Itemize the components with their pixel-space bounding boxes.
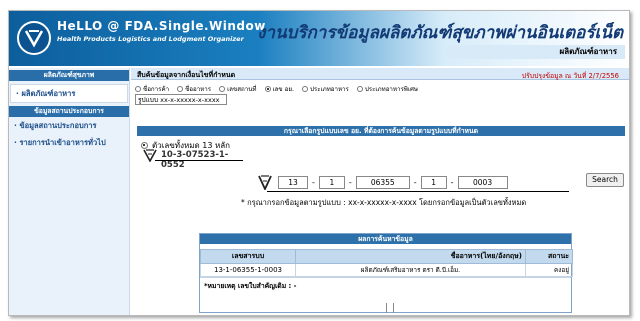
results-table: เลขสารบบ ชื่ออาหาร(ไทย/อังกฤษ) สถานะ 13-… [200,249,573,277]
radio-food-name[interactable]: ชื่ออาหาร [177,84,211,94]
results-note: *หมายเหตุ เลขใบสำคัญเดิม : - [200,277,571,293]
results-heading: ผลการค้นหาข้อมูล [200,234,571,244]
section-tab: ผลิตภัณฑ์อาหาร [445,45,625,59]
search-button[interactable]: Search [586,173,624,187]
sidebar-heading-establishments: ข้อมูลสถานประกอบการ [9,106,129,117]
brand-subtitle: Health Products Logistics and Lodgment O… [57,35,244,43]
sidebar-item-food-products[interactable]: · ผลิตภัณฑ์อาหาร [10,84,128,103]
main-content: สืบค้นข้อมูลจากเงื่อนไขที่กำหนด ปรับปรุง… [131,68,629,315]
sample-underline [155,160,243,161]
cell-status: คงอยู่ [525,263,573,277]
column-header-status: สถานะ [525,249,573,264]
site-header: HeLLO @ FDA.Single.Window Health Product… [9,11,629,66]
sample-number: 10-3-07523-1-0552 [143,148,243,170]
sidebar-heading-health-products: ผลิตภัณฑ์สุขภาพ [9,70,129,81]
fda-logo-icon [17,21,51,55]
guide-bar: กรุณาเลือกรูปแบบเลข อย. ที่ต้องการค้นข้อ… [137,126,625,136]
radio-fda-number[interactable]: เลข อย. [264,84,294,94]
search-type-group: ชื่อการค้า ชื่ออาหาร เลขสถานที่ เลข อย. … [135,84,418,94]
fda-number-part-5[interactable]: 0003 [457,175,508,189]
column-header-reg: เลขสารบบ [200,249,296,264]
sidebar-item-label: รายการนำเข้าอาหารทั่วไป [19,138,106,147]
fda-number-part-2[interactable]: 1 [318,175,345,189]
search-condition-bar: สืบค้นข้อมูลจากเงื่อนไขที่กำหนด ปรับปรุง… [131,68,629,80]
radio-dot-icon [177,86,184,92]
cell-reg[interactable]: 13-1-06355-1-0003 [200,263,296,277]
fda-number-part-3[interactable]: 06355 [355,175,410,189]
results-panel: ผลการค้นหาข้อมูล เลขสารบบ ชื่ออาหาร(ไทย/… [199,233,573,313]
radio-dot-icon [135,86,141,92]
fda-number-part-1[interactable]: 13 [278,175,308,189]
resize-grip-icon[interactable] [386,303,394,313]
radio-dot-icon [356,86,363,92]
radio-dot-icon [219,86,226,92]
sidebar: ผลิตภัณฑ์สุขภาพ · ผลิตภัณฑ์อาหาร ข้อมูลส… [9,68,130,315]
sidebar-item-label: ผลิตภัณฑ์อาหาร [21,89,76,98]
page-title: งานบริการข้อมูลผลิตภัณฑ์สุขภาพผ่านอินเตอ… [257,23,623,43]
sidebar-item-establishment-info[interactable]: · ข้อมูลสถานประกอบการ [9,117,129,134]
table-row[interactable]: 13-1-06355-1-0003 ผลิตภัณฑ์เสริมอาหาร ตร… [200,263,573,277]
radio-food-type[interactable]: ประเภทอาหาร [301,84,349,94]
fda-number-part-4[interactable]: 1 [420,175,447,189]
search-condition-label: สืบค้นข้อมูลจากเงื่อนไขที่กำหนด [137,71,236,79]
cell-name: ผลิตภัณฑ์เสริมอาหาร ตรา ดี.บี.เอ็ม. [295,263,526,277]
format-field[interactable]: รูปแบบ xx-x-xxxxx-x-xxxx [135,94,227,105]
browser-window: HeLLO @ FDA.Single.Window Health Product… [8,10,630,316]
radio-dot-icon [301,86,308,92]
format-note: * กรุณากรอกข้อมูลตามรูปแบบ : xx-x-xxxxx-… [241,198,527,207]
fda-mark-icon [258,175,272,190]
column-header-name: ชื่ออาหาร(ไทย/อังกฤษ) [295,249,526,264]
last-updated: ปรับปรุงข้อมูล ณ วันที่ 2/7/2556 [521,72,619,80]
fda-number-entry: 13 - 1 - 06355 - 1 - 0003 [258,173,508,191]
sidebar-item-label: ข้อมูลสถานประกอบการ [19,121,97,130]
brand-name: HeLLO @ FDA.Single.Window [57,19,266,33]
radio-place-number[interactable]: เลขสถานที่ [219,84,257,94]
radio-dot-selected-icon [264,86,271,92]
entry-underline [267,191,569,192]
sidebar-item-food-imports[interactable]: · รายการนำเข้าอาหารทั่วไป [9,134,129,151]
radio-trade-name[interactable]: ชื่อการค้า [135,84,169,94]
radio-special-food-type[interactable]: ประเภทอาหารพิเศษ [356,84,418,94]
